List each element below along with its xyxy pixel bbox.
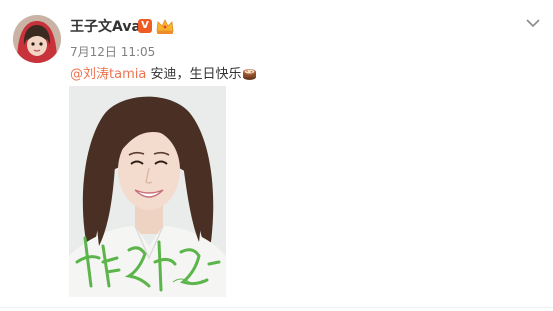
chevron-down-icon[interactable]: [525, 14, 541, 28]
post-text: @刘涛tamia 安迪，生日快乐: [70, 63, 257, 82]
cake-icon: [242, 66, 257, 81]
avatar[interactable]: [13, 15, 61, 63]
post-timestamp[interactable]: 7月12日 11:05: [70, 43, 155, 60]
post-message: 安迪，生日快乐: [146, 67, 242, 82]
mention-link[interactable]: @刘涛tamia: [70, 67, 146, 82]
weibo-post-card: 王子文Ava V 7月12日 11:05 @刘涛tamia 安迪，生日快乐: [0, 0, 553, 311]
crown-icon[interactable]: [155, 17, 175, 35]
divider: [0, 307, 553, 308]
username[interactable]: 王子文Ava: [70, 16, 141, 36]
verified-badge-icon[interactable]: V: [138, 19, 152, 33]
post-image[interactable]: [69, 86, 226, 297]
